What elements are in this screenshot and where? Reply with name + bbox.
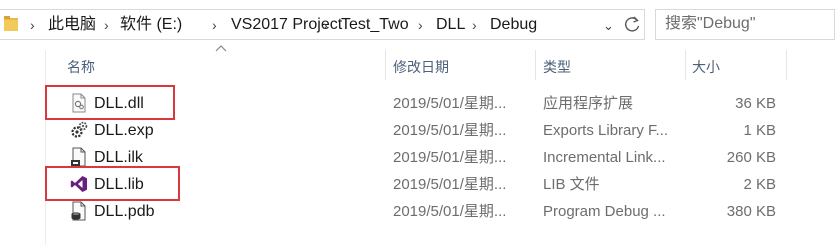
file-size: 36 KB (735, 95, 776, 112)
search-box (655, 9, 835, 40)
file-type: LIB 文件 (543, 176, 600, 193)
column-header-name[interactable]: 名称 (67, 57, 95, 77)
exp-file-icon (71, 121, 88, 138)
file-name[interactable]: DLL.pdb (94, 202, 155, 221)
breadcrumb-this-pc[interactable]: 此电脑 (48, 16, 96, 34)
breadcrumb-debug[interactable]: Debug (490, 16, 537, 34)
highlight-box-lib (45, 166, 180, 201)
sort-ascending-icon (215, 45, 227, 52)
breadcrumb-test-two[interactable]: Test_Two (341, 16, 409, 34)
column-divider[interactable] (685, 50, 686, 80)
breadcrumb-drive-e[interactable]: 软件 (E:) (120, 16, 182, 34)
address-bar[interactable]: › 此电脑 › 软件 (E:) › VS2017 Project › Test_… (0, 9, 645, 40)
file-name[interactable]: DLL.exp (94, 121, 154, 140)
file-size: 2 KB (743, 176, 776, 193)
refresh-icon[interactable] (622, 14, 642, 36)
chevron-right-icon[interactable]: › (212, 18, 217, 32)
file-row[interactable]: DLL.pdb 2019/5/01/星期... Program Debug ..… (46, 198, 786, 225)
chevron-right-icon[interactable]: › (418, 18, 423, 32)
chevron-right-icon[interactable]: › (323, 18, 328, 32)
file-name[interactable]: DLL.ilk (94, 148, 143, 167)
file-date: 2019/5/01/星期... (393, 203, 507, 220)
file-type: Exports Library F... (543, 122, 669, 139)
chevron-down-icon[interactable]: ⌄ (603, 18, 614, 34)
file-type: 应用程序扩展 (543, 95, 634, 112)
column-header-size[interactable]: 大小 (692, 57, 720, 77)
folder-icon (4, 16, 18, 31)
column-header-date[interactable]: 修改日期 (393, 57, 449, 77)
file-type: Program Debug ... (543, 203, 666, 220)
breadcrumb-dll[interactable]: DLL (436, 16, 465, 34)
column-divider[interactable] (535, 50, 536, 80)
ilk-file-icon (71, 147, 86, 167)
column-divider[interactable] (786, 50, 787, 80)
file-size: 260 KB (726, 149, 776, 166)
file-date: 2019/5/01/星期... (393, 176, 507, 193)
file-row[interactable]: DLL.exp 2019/5/01/星期... Exports Library … (46, 117, 786, 144)
chevron-right-icon[interactable]: › (104, 18, 109, 32)
pdb-file-icon (71, 201, 86, 221)
file-date: 2019/5/01/星期... (393, 95, 507, 112)
file-type: Incremental Link... (543, 149, 666, 166)
column-divider[interactable] (385, 50, 386, 80)
search-input[interactable] (665, 15, 830, 33)
chevron-right-icon[interactable]: › (472, 18, 477, 32)
column-header-type[interactable]: 类型 (543, 57, 571, 77)
chevron-right-icon[interactable]: › (30, 18, 35, 32)
file-size: 380 KB (726, 203, 776, 220)
navigation-bar: › 此电脑 › 软件 (E:) › VS2017 Project › Test_… (0, 0, 835, 50)
file-date: 2019/5/01/星期... (393, 122, 507, 139)
file-size: 1 KB (743, 122, 776, 139)
highlight-box-dll (45, 85, 175, 120)
column-header-row: 名称 修改日期 类型 大小 (0, 45, 835, 80)
file-date: 2019/5/01/星期... (393, 149, 507, 166)
